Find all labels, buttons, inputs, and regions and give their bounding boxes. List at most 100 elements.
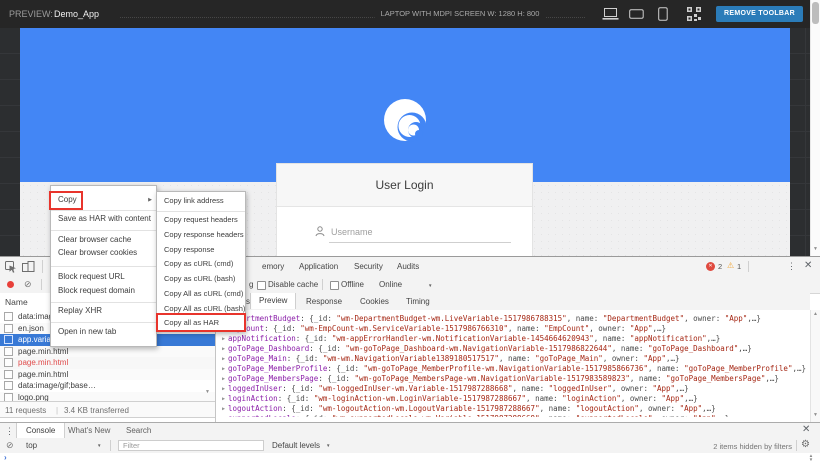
warning-count[interactable]: 1: [737, 262, 741, 271]
tab-timing[interactable]: Timing: [406, 297, 430, 306]
console-filter-input[interactable]: [118, 440, 264, 451]
tab-console-selected[interactable]: Console: [16, 423, 65, 438]
qr-code-icon[interactable]: [687, 7, 701, 21]
tab-preview-selected[interactable]: Preview: [250, 293, 296, 309]
menu-item-copy-curl-cmd[interactable]: Copy as cURL (cmd): [164, 259, 233, 268]
expand-arrow-icon[interactable]: ▶: [222, 386, 225, 392]
menu-item-copy-curl-bash[interactable]: Copy as cURL (bash): [164, 274, 235, 283]
expand-arrow-icon[interactable]: ▶: [222, 336, 225, 342]
devtools-close-icon[interactable]: ✕: [804, 260, 812, 271]
json-line[interactable]: ▶loggedInUser: {_id: "wm-loggedInUser-wm…: [216, 384, 810, 394]
console-messages-area[interactable]: › ▲▼: [0, 453, 820, 461]
drawer-close-icon[interactable]: ✕: [802, 424, 810, 435]
json-line[interactable]: ▶appNotification: {_id: "wm-appErrorHand…: [216, 334, 810, 344]
remove-toolbar-button[interactable]: REMOVE TOOLBAR: [716, 6, 803, 22]
laptop-icon[interactable]: [602, 7, 619, 21]
record-network-log-icon[interactable]: [7, 281, 14, 288]
menu-item-save-har[interactable]: Save as HAR with content: [58, 214, 151, 223]
chevron-down-icon[interactable]: ▼: [428, 283, 432, 288]
menu-item-block-url[interactable]: Block request URL: [58, 272, 125, 281]
offline-label[interactable]: Offline: [341, 280, 364, 289]
json-line[interactable]: ▶goToPage_MemberProfile: {_id: "wm-goToP…: [216, 364, 810, 374]
menu-item-copy-response-headers[interactable]: Copy response headers: [164, 230, 244, 239]
scroll-down-icon[interactable]: ▼: [813, 413, 818, 418]
expand-arrow-icon[interactable]: ▶: [222, 406, 225, 412]
json-line[interactable]: ▶goToPage_MembersPage: {_id: "wm-goToPag…: [216, 374, 810, 384]
json-line[interactable]: ▶DepartmentBudget: {_id: "wm-DepartmentB…: [216, 314, 810, 324]
menu-item-copy-link[interactable]: Copy link address: [164, 196, 224, 205]
inspect-element-icon[interactable]: [5, 261, 17, 273]
disable-cache-checkbox[interactable]: [257, 281, 266, 290]
drawer-menu-icon[interactable]: ⋮: [5, 426, 14, 437]
throttling-select[interactable]: Online: [379, 280, 402, 289]
preview-pane-scrollbar[interactable]: ▲ ▼: [810, 310, 820, 422]
scroll-stepper-icon[interactable]: ▲▼: [806, 453, 816, 461]
network-request-row[interactable]: data:image/gif;base…: [0, 380, 215, 392]
expand-arrow-icon[interactable]: ▶: [222, 356, 225, 362]
context-selector[interactable]: top: [26, 441, 37, 450]
json-line[interactable]: ▶logoutAction: {_id: "wm-logoutAction-wm…: [216, 404, 810, 414]
json-line-clipped[interactable]: ▶supportedLocale: {_id: "wm-supportedLoc…: [216, 414, 810, 417]
copy-submenu: Copy link address Copy request headers C…: [156, 191, 246, 332]
file-icon: [4, 381, 13, 390]
devtools-menu-icon[interactable]: ⋮: [787, 261, 796, 272]
disable-cache-label[interactable]: Disable cache: [268, 280, 318, 289]
scroll-down-icon[interactable]: ▼: [205, 390, 210, 395]
chevron-down-icon[interactable]: ▼: [326, 443, 330, 448]
network-request-row-error[interactable]: page.min.html: [0, 357, 215, 369]
menu-item-copy-all-curl-cmd[interactable]: Copy All as cURL (cmd): [164, 289, 243, 298]
scroll-down-icon[interactable]: ▼: [813, 247, 818, 252]
error-count[interactable]: 2: [718, 262, 722, 271]
page-scrollbar[interactable]: ▼: [810, 0, 820, 256]
tab-application[interactable]: Application: [299, 262, 338, 271]
phone-icon[interactable]: [658, 7, 668, 21]
json-line[interactable]: ▶EmpCount: {_id: "wm-EmpCount-wm.Service…: [216, 324, 810, 334]
chevron-down-icon[interactable]: ▼: [97, 443, 101, 448]
clear-console-icon[interactable]: ⊘: [6, 440, 14, 451]
device-toolbar-icon[interactable]: [22, 261, 35, 273]
menu-item-copy-all-curl-bash[interactable]: Copy All as cURL (bash): [164, 304, 245, 313]
menu-item-copy-response[interactable]: Copy response: [164, 245, 214, 254]
json-line[interactable]: ▶goToPage_Main: {_id: "wm-wm.NavigationV…: [216, 354, 810, 364]
network-request-row[interactable]: logo.png: [0, 392, 215, 402]
tab-audits[interactable]: Audits: [397, 262, 419, 271]
error-badge-icon[interactable]: ✕: [706, 262, 715, 271]
menu-item-copy-request-headers[interactable]: Copy request headers: [164, 215, 238, 224]
json-line[interactable]: ▶loginAction: {_id: "wm-loginAction-wm.L…: [216, 394, 810, 404]
toolbar-divider: [110, 440, 111, 451]
menu-item-clear-cache[interactable]: Clear browser cache: [58, 235, 131, 244]
menu-item-clear-cookies[interactable]: Clear browser cookies: [58, 248, 137, 257]
console-filter-bar: ⊘ top ▼ Default levels ▼ 2 items hidden …: [0, 438, 820, 454]
network-summary-bar: 11 requests | 3.4 KB transferred: [0, 401, 215, 418]
warning-badge-icon[interactable]: ⚠: [727, 261, 734, 270]
offline-checkbox[interactable]: [330, 281, 339, 290]
clear-network-log-icon[interactable]: ⊘: [24, 279, 32, 290]
menu-item-block-domain[interactable]: Block request domain: [58, 286, 135, 295]
expand-arrow-icon[interactable]: ▶: [222, 366, 225, 372]
expand-arrow-icon[interactable]: ▶: [222, 346, 225, 352]
network-request-row[interactable]: page.min.html: [0, 346, 215, 358]
submenu-arrow-icon: ▶: [148, 197, 152, 203]
tab-cookies[interactable]: Cookies: [360, 297, 389, 306]
console-drawer-tabs: ⋮ Console What's New Search ✕: [0, 423, 820, 439]
menu-separator: [157, 211, 245, 212]
expand-arrow-icon[interactable]: ▶: [222, 396, 225, 402]
username-underline: [329, 242, 511, 243]
tablet-icon[interactable]: [629, 9, 644, 19]
menu-item-open-new-tab[interactable]: Open in new tab: [58, 327, 116, 336]
tab-search[interactable]: Search: [126, 426, 151, 435]
page-scrollbar-thumb[interactable]: [812, 2, 819, 24]
tab-whats-new[interactable]: What's New: [68, 426, 110, 435]
expand-arrow-icon[interactable]: ▶: [222, 376, 225, 382]
tab-response[interactable]: Response: [306, 297, 342, 306]
tab-security[interactable]: Security: [354, 262, 383, 271]
menu-item-replay-xhr[interactable]: Replay XHR: [58, 306, 102, 315]
log-levels-select[interactable]: Default levels: [272, 441, 320, 450]
network-request-row[interactable]: page.min.html: [0, 369, 215, 381]
json-line[interactable]: ▶goToPage_Dashboard: {_id: "wm-goToPage_…: [216, 344, 810, 354]
console-settings-gear-icon[interactable]: ⚙: [801, 439, 810, 450]
tab-memory-fragment[interactable]: emory: [262, 262, 284, 271]
expand-arrow-icon[interactable]: ▶: [222, 416, 225, 417]
username-field[interactable]: Username: [315, 222, 511, 246]
scroll-up-icon[interactable]: ▲: [813, 312, 818, 317]
